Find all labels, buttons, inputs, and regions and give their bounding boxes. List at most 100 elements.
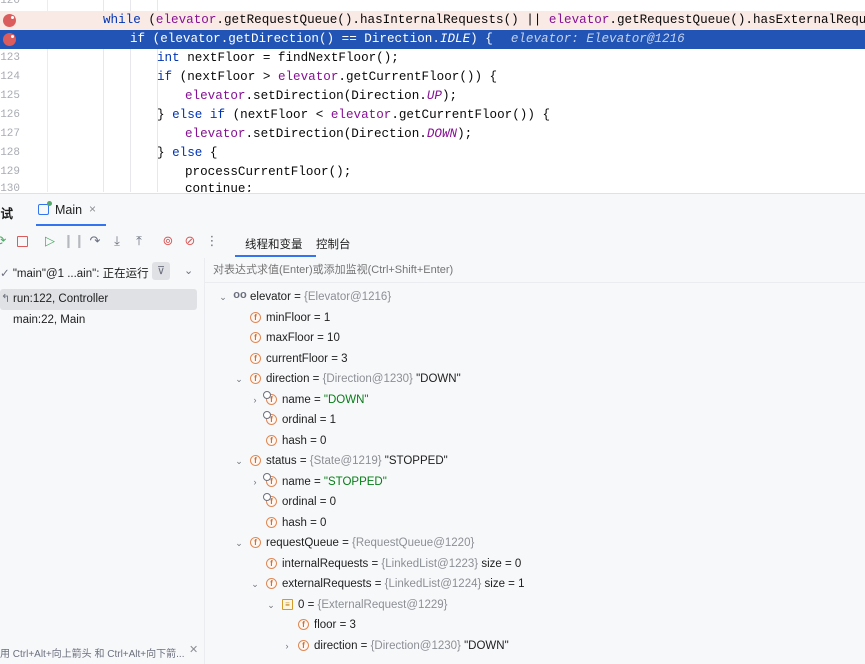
thread-selector[interactable]: ✓ "main"@1 ...ain": 正在运行 ⊽ ⌄ <box>0 262 204 284</box>
panel-divider[interactable] <box>204 258 205 664</box>
line-number: 127 <box>0 128 20 140</box>
variable-text: ordinal = 1 <box>282 410 336 430</box>
code-line[interactable]: 127 elevator.setDirection(Direction.DOWN… <box>0 125 865 144</box>
code-text: int nextFloor = findNextFloor(); <box>157 51 399 65</box>
code-text: elevator.setDirection(Direction.UP); <box>185 89 458 103</box>
variable-name: minFloor <box>266 312 311 324</box>
more-icon[interactable]: ⋮ <box>203 232 221 250</box>
line-number: 120 <box>0 0 20 7</box>
chevron-down-icon[interactable]: ⌄ <box>266 595 276 615</box>
variable-type: {RequestQueue@1220} <box>352 537 475 549</box>
code-line-breakpoint[interactable]: while (elevator.getRequestQueue().hasInt… <box>0 11 865 30</box>
variable-eq: = <box>306 435 321 447</box>
variable-value: 3 <box>341 353 348 365</box>
stack-frame-label: run:122, Controller <box>13 293 109 305</box>
tab-main[interactable]: Main × <box>36 194 106 226</box>
field-icon: f <box>298 640 309 651</box>
variable-value: size = 1 <box>481 578 525 590</box>
tool-window-title: 调试 <box>0 207 14 221</box>
code-line[interactable]: 128 } else { <box>0 144 865 163</box>
step-into-icon[interactable]: ⤓ <box>108 232 126 250</box>
stack-frame[interactable]: ↰ run:122, Controller <box>0 289 197 310</box>
resume-icon[interactable]: ▷ <box>41 232 59 250</box>
variable-text: floor = 3 <box>314 615 356 635</box>
variable-type: {LinkedList@1223} <box>381 558 479 570</box>
variable-text: direction = {Direction@1230} "DOWN" <box>266 369 461 389</box>
code-line[interactable]: 124 if (nextFloor > elevator.getCurrentF… <box>0 68 865 87</box>
variable-value: 0 <box>320 435 327 447</box>
view-breakpoints-icon[interactable]: ⊚ <box>159 232 177 250</box>
chevron-down-icon[interactable]: ⌄ <box>250 574 260 594</box>
application-run-icon <box>38 201 52 215</box>
tab-underline <box>36 224 106 226</box>
variable-eq: = <box>336 619 350 631</box>
variable-eq: = <box>309 373 323 385</box>
code-text: while (elevator.getRequestQueue().hasInt… <box>103 13 865 27</box>
debug-tab-bar: 调试 Main × <box>0 194 865 226</box>
final-field-icon: f <box>263 493 277 507</box>
code-editor[interactable]: 120 while (elevator.getRequestQueue().ha… <box>0 0 865 192</box>
chevron-down-icon[interactable]: ⌄ <box>234 369 244 389</box>
variable-type: {LinkedList@1224} <box>384 578 482 590</box>
code-line[interactable]: 126 } else if (nextFloor < elevator.getC… <box>0 106 865 125</box>
chevron-right-icon[interactable]: › <box>282 636 292 656</box>
variable-name: hash <box>282 517 307 529</box>
final-field-icon: f <box>263 391 277 405</box>
variable-value: 1 <box>323 312 331 324</box>
code-line[interactable]: 125 elevator.setDirection(Direction.UP); <box>0 87 865 106</box>
code-line[interactable]: 130 continue; <box>0 180 865 192</box>
chevron-down-icon[interactable]: ⌄ <box>234 451 244 471</box>
stop-icon[interactable] <box>13 232 31 250</box>
variable-value: 10 <box>327 332 340 344</box>
field-icon: f <box>266 558 277 569</box>
step-out-icon[interactable]: ⤒ <box>130 232 148 250</box>
code-text: elevator.setDirection(Direction.DOWN); <box>185 127 473 141</box>
filter-icon[interactable]: ⊽ <box>152 262 170 280</box>
close-icon[interactable]: × <box>89 202 96 216</box>
inline-debug-value: elevator: Elevator@1216 <box>510 32 685 46</box>
evaluate-expression-bar <box>205 260 865 283</box>
step-over-icon[interactable]: ↷ <box>86 232 104 250</box>
line-number: 128 <box>0 147 20 159</box>
variable-eq: = <box>313 332 328 344</box>
variable-text: name = "STOPPED" <box>282 472 387 492</box>
tab-console[interactable]: 控制台 <box>316 236 351 252</box>
line-number: 124 <box>0 71 20 83</box>
close-icon[interactable]: ✕ <box>189 643 198 656</box>
tab-underline <box>235 255 316 257</box>
breakpoint-icon[interactable] <box>3 14 16 27</box>
field-icon: f <box>250 373 261 384</box>
variable-type: {State@1219} <box>309 455 382 467</box>
frame-return-icon: ↰ <box>1 293 11 305</box>
variable-eq: = <box>338 537 352 549</box>
field-icon: f <box>266 435 277 446</box>
variable-value: 0 <box>329 496 337 508</box>
chevron-right-icon[interactable]: › <box>250 390 260 410</box>
variable-text: ordinal = 0 <box>282 492 336 512</box>
code-line-current-execution[interactable]: if (elevator.getDirection() == Direction… <box>0 30 865 49</box>
variable-text: minFloor = 1 <box>266 308 330 328</box>
code-line[interactable]: 120 <box>0 0 865 11</box>
tab-threads-variables[interactable]: 线程和变量 <box>245 236 303 252</box>
breakpoint-icon[interactable] <box>3 33 16 46</box>
pause-icon[interactable]: ❙❙ <box>63 232 85 250</box>
code-line[interactable]: 123 int nextFloor = findNextFloor(); <box>0 49 865 68</box>
final-field-icon: f <box>263 411 277 425</box>
variable-text: currentFloor = 3 <box>266 349 348 369</box>
variable-type: {Direction@1230} <box>322 373 413 385</box>
mute-breakpoints-icon[interactable]: ⊘ <box>181 232 199 250</box>
watch-glasses-icon: oo <box>233 289 247 301</box>
variable-eq: = <box>368 558 382 570</box>
chevron-down-icon[interactable]: ⌄ <box>184 264 193 277</box>
chevron-down-icon[interactable]: ⌄ <box>218 287 228 307</box>
chevron-right-icon[interactable]: › <box>250 472 260 492</box>
variable-name: internalRequests <box>282 558 369 570</box>
variable-eq: = <box>310 476 324 488</box>
variable-text: requestQueue = {RequestQueue@1220} <box>266 533 474 553</box>
variable-name: status <box>266 455 297 467</box>
stack-frame[interactable]: main:22, Main <box>0 310 197 331</box>
field-icon: f <box>250 537 261 548</box>
evaluate-expression-input[interactable] <box>213 262 853 278</box>
chevron-down-icon[interactable]: ⌄ <box>234 533 244 553</box>
rerun-icon[interactable]: ⟳ <box>0 232 10 250</box>
